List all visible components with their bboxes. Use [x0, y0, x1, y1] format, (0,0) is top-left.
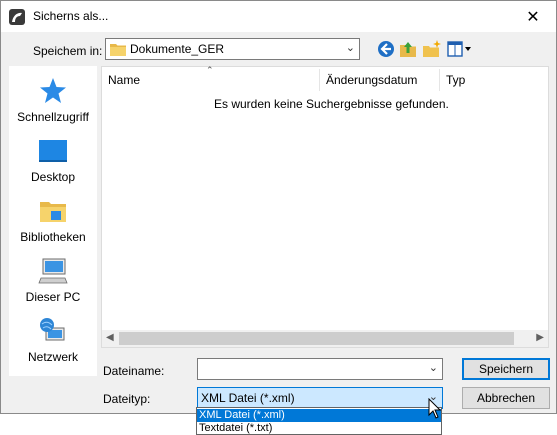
empty-message: Es wurden keine Suchergebnisse gefunden.: [214, 97, 449, 111]
horizontal-scrollbar[interactable]: ◀ ▶: [102, 330, 548, 347]
file-list[interactable]: ⌃ Name Änderungsdatum Typ Es wurden kein…: [101, 65, 549, 348]
network-icon: [40, 318, 65, 341]
scroll-left-icon[interactable]: ◀: [106, 332, 114, 343]
place-network[interactable]: Netzwerk: [9, 316, 97, 372]
column-divider[interactable]: [439, 69, 440, 91]
view-menu-icon[interactable]: [447, 39, 473, 59]
mouse-cursor-icon: [428, 398, 442, 419]
filetype-value: XML Datei (*.xml): [201, 391, 295, 405]
libraries-icon: [40, 202, 66, 222]
place-label: Schnellzugriff: [17, 110, 89, 124]
window-title: Sicherns als...: [33, 9, 109, 23]
filename-label: Dateiname:: [103, 364, 165, 378]
back-icon[interactable]: [376, 39, 396, 59]
close-button[interactable]: ✕: [510, 1, 556, 32]
place-label: Netzwerk: [27, 350, 78, 364]
column-header-name[interactable]: Name: [108, 73, 140, 87]
filetype-option-txt[interactable]: Textdatei (*.txt): [197, 422, 441, 435]
place-label: Desktop: [30, 170, 76, 184]
place-label: Dieser PC: [25, 290, 81, 304]
look-in-dropdown[interactable]: Dokumente_GER ⌄: [105, 38, 360, 60]
desktop-icon: [39, 140, 67, 162]
filetype-dropdown-list: XML Datei (*.xml) Textdatei (*.txt): [196, 407, 442, 435]
look-in-label: Speichem in:: [33, 44, 103, 58]
column-divider[interactable]: [319, 69, 320, 91]
filetype-select[interactable]: XML Datei (*.xml) ⌄: [197, 387, 443, 409]
place-label: Bibliotheken: [20, 230, 86, 244]
place-this-pc[interactable]: Dieser PC: [9, 256, 97, 312]
close-icon: ✕: [526, 8, 540, 26]
save-button[interactable]: Speichern: [462, 358, 550, 380]
cancel-button[interactable]: Abbrechen: [462, 387, 550, 409]
folder-icon: [110, 44, 126, 56]
filename-field[interactable]: ⌄: [197, 358, 443, 380]
column-header-date[interactable]: Änderungsdatum: [326, 73, 417, 87]
chevron-down-icon[interactable]: ⌄: [429, 361, 438, 374]
place-desktop[interactable]: Desktop: [9, 136, 97, 192]
place-libraries[interactable]: Bibliotheken: [9, 196, 97, 252]
scrollbar-thumb[interactable]: [119, 332, 514, 345]
filetype-option-xml[interactable]: XML Datei (*.xml): [197, 409, 441, 422]
place-quick-access[interactable]: Schnellzugriff: [9, 76, 97, 132]
star-icon: [40, 78, 66, 103]
look-in-value: Dokumente_GER: [130, 42, 225, 56]
computer-icon: [38, 258, 68, 284]
title-bar: Sicherns als... ✕: [1, 1, 556, 32]
chevron-down-icon: ⌄: [345, 42, 355, 54]
new-folder-icon[interactable]: [422, 39, 442, 59]
sort-ascending-icon: ⌃: [206, 65, 214, 75]
up-folder-icon[interactable]: [398, 39, 418, 59]
filetype-label: Dateityp:: [103, 392, 151, 406]
save-as-dialog: Sicherns als... ✕ Speichem in: Dokumente…: [0, 0, 557, 414]
scroll-right-icon[interactable]: ▶: [536, 332, 544, 343]
places-bar: Schnellzugriff Desktop Bibliotheken Dies…: [9, 66, 97, 376]
column-header-type[interactable]: Typ: [446, 73, 465, 87]
app-icon: [9, 9, 25, 25]
